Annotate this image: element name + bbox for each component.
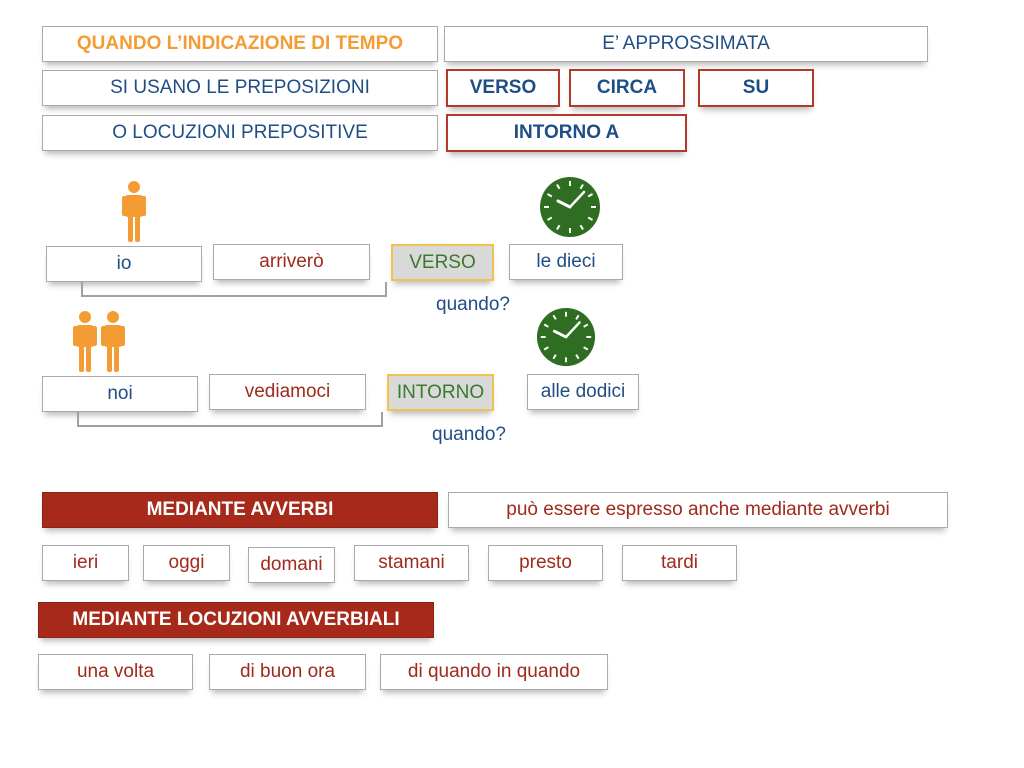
adverb-item: tardi [622, 545, 737, 581]
example2-verb-text: vediamoci [244, 381, 331, 402]
example2-time-text: alle dodici [540, 381, 626, 402]
locution-item-text: una volta [76, 661, 155, 682]
adverb-item: ieri [42, 545, 129, 581]
adverb-item: presto [488, 545, 603, 581]
example1-time-text: le dieci [536, 251, 596, 272]
row3-label-text: O LOCUZIONI PREPOSITIVE [112, 122, 368, 143]
title-continuation-box: E’ APPROSSIMATA [444, 26, 928, 62]
preposition-circa-text: CIRCA [596, 77, 658, 98]
locution-item-text: di quando in quando [407, 661, 581, 682]
adverb-item: stamani [354, 545, 469, 581]
example2-verb: vediamoci [209, 374, 366, 410]
example1-subject: io [46, 246, 202, 282]
locution-intorno-a: INTORNO A [446, 114, 687, 152]
adverbs-description: può essere espresso anche mediante avver… [448, 492, 948, 528]
locution-item-text: di buon ora [239, 661, 336, 682]
example2-preposition: INTORNO [387, 374, 494, 411]
two-persons-icon [73, 311, 125, 372]
preposition-verso: VERSO [446, 69, 560, 107]
locution-item: di quando in quando [380, 654, 608, 690]
preposition-circa: CIRCA [569, 69, 685, 107]
example2-subject-text: noi [107, 383, 133, 404]
example2-preposition-text: INTORNO [396, 381, 485, 403]
example1-verb-text: arriverò [259, 251, 324, 272]
adverb-item-text: tardi [661, 552, 698, 573]
clock-icon [540, 177, 600, 237]
adverb-item-text: oggi [168, 552, 205, 573]
adverb-item-text: presto [519, 552, 572, 573]
example1-subject-text: io [116, 253, 132, 274]
locution-item: una volta [38, 654, 193, 690]
locutions-heading: MEDIANTE LOCUZIONI AVVERBIALI [38, 602, 434, 638]
title-text: QUANDO L’INDICAZIONE DI TEMPO [76, 33, 404, 54]
locutions-heading-text: MEDIANTE LOCUZIONI AVVERBIALI [72, 609, 400, 630]
adverb-item: domani [248, 547, 335, 583]
locution-intorno-a-text: INTORNO A [513, 122, 620, 143]
title-continuation-text: E’ APPROSSIMATA [602, 33, 770, 54]
clock-icon [536, 307, 596, 367]
adverb-item-text: stamani [378, 552, 445, 573]
example1-question: quando? [436, 294, 510, 315]
locution-item: di buon ora [209, 654, 366, 690]
adverbs-heading: MEDIANTE AVVERBI [42, 492, 438, 528]
example2-question: quando? [432, 424, 506, 445]
row2-label-box: SI USANO LE PREPOSIZIONI [42, 70, 438, 106]
title-box: QUANDO L’INDICAZIONE DI TEMPO [42, 26, 438, 62]
example1-preposition-text: VERSO [409, 251, 476, 273]
example1-time: le dieci [509, 244, 623, 280]
preposition-verso-text: VERSO [469, 77, 537, 98]
example2-time: alle dodici [527, 374, 639, 410]
example2-bracket [77, 412, 383, 427]
adverb-item-text: domani [260, 554, 323, 575]
preposition-su-text: SU [742, 77, 770, 98]
adverbs-description-text: può essere espresso anche mediante avver… [506, 499, 890, 520]
adverb-item: oggi [143, 545, 230, 581]
single-person-icon [122, 181, 146, 242]
preposition-su: SU [698, 69, 814, 107]
example1-preposition: VERSO [391, 244, 494, 281]
row2-label-text: SI USANO LE PREPOSIZIONI [110, 77, 370, 98]
row3-label-box: O LOCUZIONI PREPOSITIVE [42, 115, 438, 151]
example2-subject: noi [42, 376, 198, 412]
example1-bracket [81, 282, 387, 297]
example1-verb: arriverò [213, 244, 370, 280]
adverbs-heading-text: MEDIANTE AVVERBI [146, 499, 334, 520]
adverb-item-text: ieri [72, 552, 99, 573]
